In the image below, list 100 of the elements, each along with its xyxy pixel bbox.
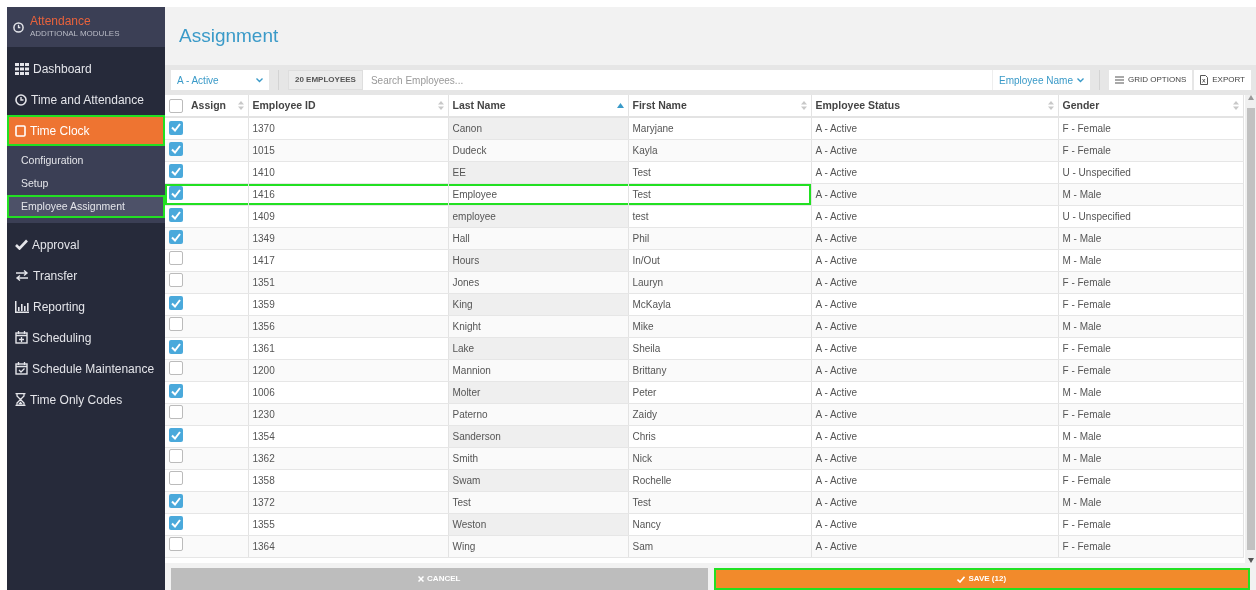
grid-options-button[interactable]: GRID OPTIONS (1109, 70, 1193, 90)
table-cell: A - Active (811, 359, 1058, 381)
table-cell: A - Active (811, 403, 1058, 425)
document-icon (1200, 75, 1209, 85)
table-cell: In/Out (628, 249, 811, 271)
table-cell: Paterno (448, 403, 628, 425)
table-cell: F - Female (1058, 359, 1243, 381)
clock-icon (13, 21, 24, 33)
row-checkbox[interactable] (169, 186, 183, 201)
table-cell: 1354 (248, 425, 448, 447)
column-header[interactable]: Gender (1062, 97, 1100, 114)
sidebar-item[interactable]: Transfer (7, 260, 165, 291)
transfer-icon (15, 270, 29, 281)
table-cell: 1417 (248, 249, 448, 271)
table-cell: 1015 (248, 139, 448, 161)
row-checkbox[interactable] (169, 142, 183, 157)
row-checkbox[interactable] (169, 516, 183, 531)
column-header[interactable]: Last Name (452, 97, 506, 114)
sidebar-item[interactable]: Schedule Maintenance (7, 353, 165, 384)
table-cell: Mike (628, 315, 811, 337)
table-cell: Peter (628, 381, 811, 403)
table-cell: Test (628, 491, 811, 513)
export-button[interactable]: EXPORT (1194, 70, 1251, 90)
row-checkbox[interactable] (169, 361, 183, 375)
table-cell: Canon (448, 117, 628, 139)
sidebar-item[interactable]: Dashboard (7, 53, 165, 84)
column-header[interactable]: First Name (632, 97, 687, 114)
calendar-plus-icon (15, 331, 28, 344)
row-checkbox[interactable] (169, 494, 183, 509)
row-checkbox[interactable] (169, 208, 183, 223)
list-icon (1115, 76, 1124, 84)
table-cell: M - Male (1058, 183, 1243, 205)
row-checkbox[interactable] (169, 296, 183, 311)
table-cell: Hours (448, 249, 628, 271)
sidebar-item[interactable]: Time and Attendance (7, 84, 165, 115)
table-cell: A - Active (811, 425, 1058, 447)
row-checkbox[interactable] (169, 251, 183, 265)
sidebar-item[interactable]: Time Only Codes (7, 384, 165, 415)
row-checkbox[interactable] (169, 340, 183, 355)
table-cell: Weston (448, 513, 628, 535)
row-checkbox[interactable] (169, 471, 183, 485)
hourglass-icon (15, 393, 26, 406)
table-cell: M - Male (1058, 425, 1243, 447)
row-checkbox[interactable] (169, 449, 183, 463)
row-checkbox[interactable] (169, 317, 183, 331)
bar-chart-icon (15, 300, 29, 313)
sidebar-item[interactable]: Approval (7, 229, 165, 260)
table-cell: Sam (628, 535, 811, 557)
table-cell: 1370 (248, 117, 448, 139)
table-cell: 1356 (248, 315, 448, 337)
table-cell: Rochelle (628, 469, 811, 491)
table-cell: 1230 (248, 403, 448, 425)
column-header[interactable]: Employee ID (252, 97, 316, 114)
column-header[interactable]: Assign (191, 97, 226, 114)
table-cell: F - Female (1058, 117, 1243, 139)
row-checkbox[interactable] (169, 405, 183, 419)
table-cell: 1416 (248, 183, 448, 205)
employee-count: 20 EMPLOYEES (288, 70, 363, 90)
sidebar-subitem[interactable]: Configuration (7, 149, 165, 172)
table-cell: employee (448, 205, 628, 227)
table-cell: Lake (448, 337, 628, 359)
sidebar-item[interactable]: Scheduling (7, 322, 165, 353)
row-checkbox[interactable] (169, 384, 183, 399)
table-cell: 1349 (248, 227, 448, 249)
row-checkbox[interactable] (169, 537, 183, 551)
row-checkbox[interactable] (169, 230, 183, 245)
sidebar-subitem[interactable]: Setup (7, 172, 165, 195)
table-cell: F - Female (1058, 535, 1243, 557)
sidebar-item[interactable]: Reporting (7, 291, 165, 322)
table-cell: 1359 (248, 293, 448, 315)
table-cell: Test (448, 491, 628, 513)
table-cell: Molter (448, 381, 628, 403)
table-cell: Lauryn (628, 271, 811, 293)
row-checkbox[interactable] (169, 273, 183, 287)
row-checkbox[interactable] (169, 428, 183, 443)
table-cell: A - Active (811, 271, 1058, 293)
table-cell: Employee (448, 183, 628, 205)
table-cell: Test (628, 183, 811, 205)
caret-icon (256, 77, 263, 83)
grid-icon (15, 62, 29, 75)
table-cell: M - Male (1058, 249, 1243, 271)
table-cell: A - Active (811, 535, 1058, 557)
table-cell: A - Active (811, 205, 1058, 227)
table-cell: F - Female (1058, 293, 1243, 315)
table-cell: U - Unspecified (1058, 205, 1243, 227)
row-checkbox[interactable] (169, 120, 183, 135)
column-header[interactable]: Employee Status (815, 97, 901, 114)
sidebar-subitem[interactable]: Employee Assignment (7, 195, 165, 218)
table-cell: Mannion (448, 359, 628, 381)
table-cell: Nancy (628, 513, 811, 535)
scrollbar[interactable] (1245, 95, 1256, 563)
table-cell: A - Active (811, 117, 1058, 139)
table-cell: A - Active (811, 139, 1058, 161)
search-field[interactable]: Search Employees... (362, 70, 992, 90)
table-cell: Smith (448, 447, 628, 469)
select-all-checkbox[interactable] (169, 98, 183, 113)
table-cell: Dudeck (448, 139, 628, 161)
close-icon (418, 576, 425, 582)
row-checkbox[interactable] (169, 164, 183, 179)
table-cell: U - Unspecified (1058, 161, 1243, 183)
